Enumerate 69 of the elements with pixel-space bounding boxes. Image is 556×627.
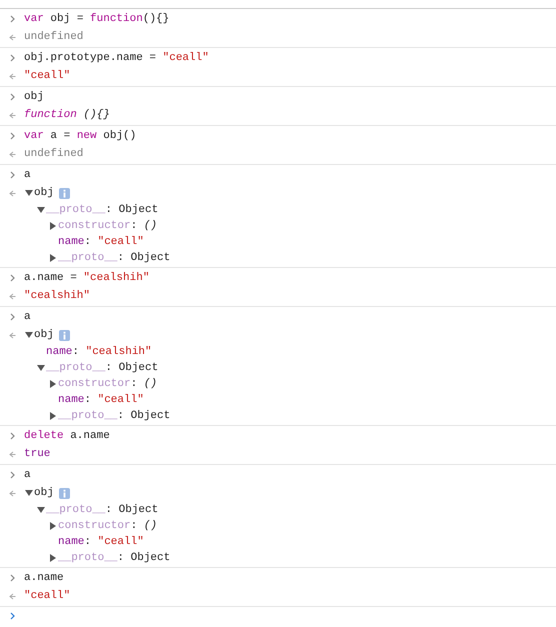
collapsed-triangle-icon[interactable]	[48, 412, 58, 420]
command-text: var obj = function(){}	[24, 12, 170, 27]
chevron-icon	[10, 132, 14, 140]
expanded-triangle-icon[interactable]	[24, 331, 34, 339]
command-text: a	[24, 168, 31, 183]
expanded-triangle-icon[interactable]	[24, 189, 34, 197]
command-text: a	[24, 468, 31, 483]
command-text: obj.prototype.name = "ceall"	[24, 51, 209, 66]
chevron-icon	[10, 171, 14, 179]
return-arrow-icon	[8, 150, 16, 158]
result-text: function (){}	[24, 108, 110, 123]
chevron-icon	[10, 471, 14, 479]
info-icon	[58, 188, 70, 198]
property-text: name: "ceall"	[58, 534, 144, 550]
result-text: "ceall"	[24, 589, 70, 604]
property-text: __proto__: Object	[46, 202, 158, 218]
property-text: name: "cealshih"	[46, 344, 152, 360]
collapsed-triangle-icon[interactable]	[48, 380, 58, 388]
return-arrow-icon	[8, 72, 16, 80]
result-text: "cealshih"	[24, 289, 90, 304]
return-arrow-icon	[8, 332, 16, 338]
expanded-triangle-icon[interactable]	[24, 489, 34, 497]
property-text: __proto__: Object	[46, 502, 158, 518]
collapsed-triangle-icon[interactable]	[48, 254, 58, 262]
return-arrow-icon	[8, 450, 16, 458]
chevron-icon	[10, 313, 14, 321]
property-text: constructor: ()	[58, 218, 158, 234]
result-text: "ceall"	[24, 69, 70, 84]
command-text: delete a.name	[24, 429, 110, 444]
result-text: true	[24, 447, 50, 462]
command-text: a.name = "cealshih"	[24, 271, 150, 286]
property-text: __proto__: Object	[58, 550, 170, 566]
property-text: __proto__: Object	[58, 408, 170, 424]
property-text: name: "ceall"	[58, 234, 144, 250]
return-arrow-icon	[8, 490, 16, 496]
property-text: name: "ceall"	[58, 392, 144, 408]
chevron-icon	[10, 93, 14, 101]
collapsed-triangle-icon[interactable]	[48, 554, 58, 562]
return-arrow-icon	[8, 292, 16, 300]
chevron-icon	[10, 574, 14, 582]
info-icon	[58, 330, 70, 340]
result-text: undefined	[24, 147, 84, 162]
object-label: obj	[34, 486, 54, 501]
chevron-icon	[10, 274, 14, 282]
object-label: obj	[34, 328, 54, 343]
return-arrow-icon	[8, 34, 16, 40]
return-arrow-icon	[8, 112, 16, 118]
command-text: obj	[24, 90, 44, 105]
return-arrow-icon	[8, 592, 16, 600]
expanded-triangle-icon[interactable]	[36, 364, 46, 372]
collapsed-triangle-icon[interactable]	[48, 522, 58, 530]
chevron-icon	[10, 54, 14, 62]
chevron-icon	[10, 432, 14, 440]
property-text: constructor: ()	[58, 376, 158, 392]
prompt-icon[interactable]	[10, 612, 14, 620]
info-icon	[58, 488, 70, 498]
command-text: var a = new obj()	[24, 129, 136, 144]
expanded-triangle-icon[interactable]	[36, 506, 46, 514]
command-text: a	[24, 310, 31, 325]
property-text: __proto__: Object	[58, 250, 170, 266]
property-text: __proto__: Object	[46, 360, 158, 376]
object-label: obj	[34, 186, 54, 201]
return-arrow-icon	[8, 190, 16, 196]
collapsed-triangle-icon[interactable]	[48, 222, 58, 230]
command-text: a.name	[24, 571, 64, 586]
expanded-triangle-icon[interactable]	[36, 206, 46, 214]
result-text: undefined	[24, 30, 84, 45]
property-text: constructor: ()	[58, 518, 158, 534]
chevron-icon	[10, 15, 14, 23]
